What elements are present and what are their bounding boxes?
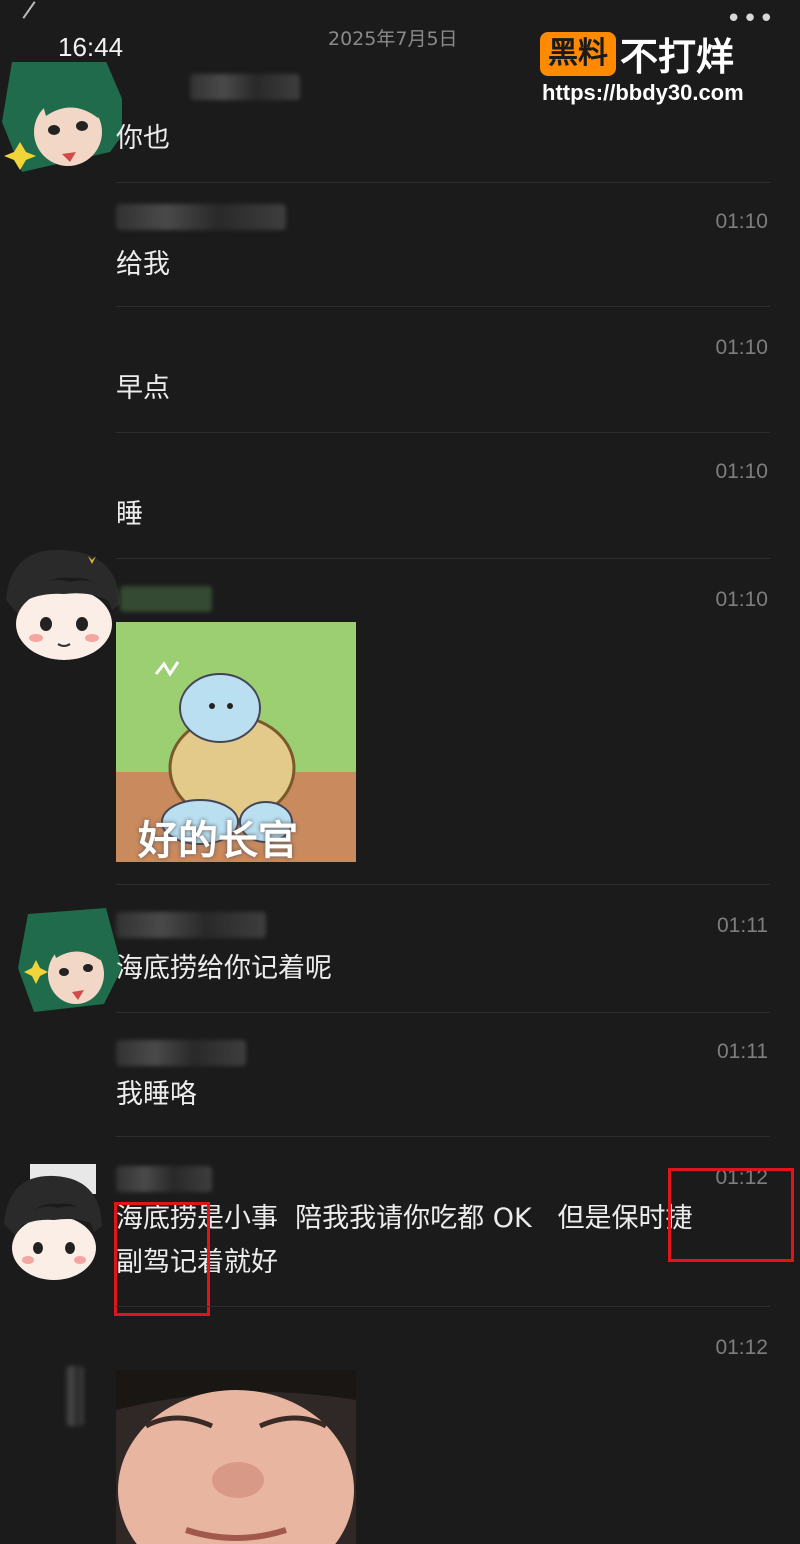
message-text: 睡 xyxy=(116,499,143,530)
boy-avatar-icon xyxy=(4,1164,102,1280)
message-text: 你也 xyxy=(116,123,170,154)
photo-image[interactable] xyxy=(116,1370,356,1544)
message-text: 我睡咯 xyxy=(116,1079,197,1110)
watermark-logo: 黑料 不打烊 xyxy=(540,26,734,81)
message-time: 01:11 xyxy=(717,1040,768,1063)
back-mark xyxy=(22,1,36,19)
message-time: 01:10 xyxy=(715,460,768,483)
message-time: 01:11 xyxy=(717,914,768,937)
sticker-caption: 好的长官 xyxy=(138,818,298,862)
highlight-box-porsche xyxy=(668,1168,794,1262)
chat-date: 2025年7月5日 xyxy=(328,28,458,50)
message-time: 01:10 xyxy=(715,588,768,611)
sticker-image[interactable]: 好的长官 xyxy=(116,622,356,862)
message-text: 给我 xyxy=(116,249,170,280)
avatar[interactable] xyxy=(0,1164,104,1284)
message-text: 海底捞给你记着呢 xyxy=(116,953,332,984)
message-time: 01:12 xyxy=(715,1336,768,1359)
message-time: 01:10 xyxy=(715,336,768,359)
highlight-box-copilot xyxy=(114,1202,210,1316)
smiling-face-photo-icon xyxy=(116,1370,356,1544)
avatar[interactable] xyxy=(0,544,124,664)
boy-avatar-icon xyxy=(6,549,120,660)
status-time: 16:44 xyxy=(58,32,124,62)
message-time: 01:10 xyxy=(715,210,768,233)
watermark-text: 不打烊 xyxy=(620,35,735,79)
avatar[interactable] xyxy=(18,908,122,1020)
watermark-url: https://bbdy30.com xyxy=(542,80,744,105)
witch-avatar-icon xyxy=(2,62,122,172)
watermark-badge: 黑料 xyxy=(540,31,616,76)
witch-avatar-icon xyxy=(18,908,122,1012)
message-text: 早点 xyxy=(116,373,170,404)
avatar[interactable] xyxy=(2,62,122,178)
